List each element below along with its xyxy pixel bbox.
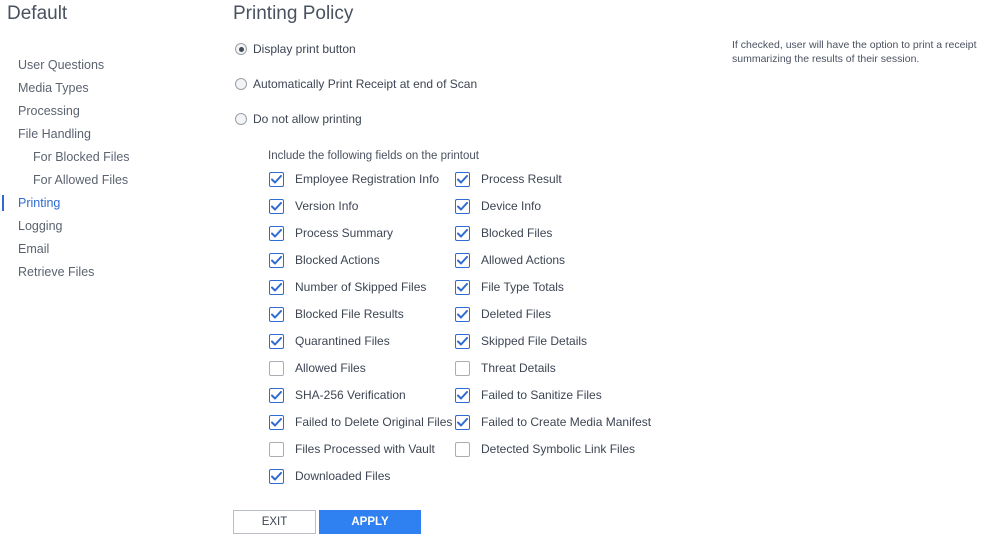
radio-label: Automatically Print Receipt at end of Sc…: [253, 77, 478, 91]
print-option-radio[interactable]: Automatically Print Receipt at end of Sc…: [235, 76, 477, 92]
sidebar-item-user-questions[interactable]: User Questions: [0, 54, 200, 77]
printout-field-checkbox[interactable]: Version Info: [269, 198, 358, 214]
checkbox-label: Failed to Delete Original Files: [295, 415, 453, 429]
checkbox-label: Blocked File Results: [295, 307, 404, 321]
print-option-radio[interactable]: Display print button: [235, 41, 356, 57]
printout-field-checkbox[interactable]: Failed to Delete Original Files: [269, 414, 452, 430]
radio-label: Do not allow printing: [253, 112, 362, 126]
radio-button[interactable]: [235, 43, 247, 55]
printout-field-checkbox[interactable]: Process Summary: [269, 225, 393, 241]
checkbox-unchecked-icon[interactable]: [269, 360, 284, 376]
app-title: Default: [7, 3, 68, 24]
checkbox-label: Threat Details: [481, 361, 556, 375]
printout-field-checkbox[interactable]: Process Result: [455, 171, 562, 187]
printout-field-checkbox[interactable]: Allowed Files: [269, 360, 366, 376]
checkbox-unchecked-icon[interactable]: [269, 441, 284, 457]
checkbox-label: Device Info: [481, 199, 542, 213]
checkbox-unchecked-icon[interactable]: [455, 360, 470, 376]
checkbox-checked-icon[interactable]: [455, 279, 470, 295]
sidebar-item-media-types[interactable]: Media Types: [0, 77, 200, 100]
printout-field-checkbox[interactable]: Number of Skipped Files: [269, 279, 426, 295]
checkbox-checked-icon[interactable]: [455, 333, 470, 349]
printout-field-checkbox[interactable]: Blocked Files: [455, 225, 552, 241]
printout-field-checkbox[interactable]: SHA-256 Verification: [269, 387, 406, 403]
printout-field-checkbox[interactable]: Employee Registration Info: [269, 171, 439, 187]
checkbox-label: Number of Skipped Files: [295, 280, 427, 294]
checkbox-checked-icon[interactable]: [455, 252, 470, 268]
checkbox-label: SHA-256 Verification: [295, 388, 406, 402]
checkbox-label: Blocked Actions: [295, 253, 380, 267]
page-title: Printing Policy: [233, 3, 354, 24]
checkbox-checked-icon[interactable]: [455, 387, 470, 403]
printout-field-checkbox[interactable]: Threat Details: [455, 360, 556, 376]
help-text: If checked, user will have the option to…: [732, 39, 977, 65]
checkbox-label: Allowed Actions: [481, 253, 566, 267]
radio-button[interactable]: [235, 78, 247, 90]
printout-field-checkbox[interactable]: File Type Totals: [455, 279, 564, 295]
printout-field-checkbox[interactable]: Blocked Actions: [269, 252, 380, 268]
printout-field-checkbox[interactable]: Downloaded Files: [269, 468, 390, 484]
printout-field-checkbox[interactable]: Allowed Actions: [455, 252, 565, 268]
checkbox-label: Skipped File Details: [481, 334, 588, 348]
printout-field-checkbox[interactable]: Detected Symbolic Link Files: [455, 441, 635, 457]
checkbox-checked-icon[interactable]: [455, 171, 470, 187]
checkbox-label: Version Info: [295, 199, 359, 213]
printout-field-checkbox[interactable]: Failed to Create Media Manifest: [455, 414, 651, 430]
checkbox-label: Failed to Create Media Manifest: [481, 415, 652, 429]
checkbox-label: Blocked Files: [481, 226, 553, 240]
fields-label: Include the following fields on the prin…: [268, 150, 479, 162]
checkbox-label: Allowed Files: [295, 361, 366, 375]
checkbox-checked-icon[interactable]: [269, 279, 284, 295]
checkbox-checked-icon[interactable]: [269, 252, 284, 268]
checkbox-label: Files Processed with Vault: [295, 442, 435, 456]
checkbox-label: Employee Registration Info: [295, 172, 440, 186]
checkbox-checked-icon[interactable]: [455, 306, 470, 322]
printout-field-checkbox[interactable]: Device Info: [455, 198, 541, 214]
checkbox-checked-icon[interactable]: [455, 225, 470, 241]
sidebar-item-for-allowed-files[interactable]: For Allowed Files: [0, 169, 200, 192]
checkbox-label: Detected Symbolic Link Files: [481, 442, 636, 456]
radio-label: Display print button: [253, 42, 356, 56]
checkbox-label: Failed to Sanitize Files: [481, 388, 602, 402]
printout-field-checkbox[interactable]: Failed to Sanitize Files: [455, 387, 602, 403]
checkbox-checked-icon[interactable]: [269, 171, 284, 187]
printout-field-checkbox[interactable]: Quarantined Files: [269, 333, 390, 349]
checkbox-checked-icon[interactable]: [269, 333, 284, 349]
checkbox-checked-icon[interactable]: [455, 198, 470, 214]
sidebar-nav: User Questions Media Types Processing File …: [0, 54, 200, 284]
checkbox-label: Downloaded Files: [295, 469, 391, 483]
sidebar-item-for-blocked-files[interactable]: For Blocked Files: [0, 146, 200, 169]
apply-button[interactable]: APPLY: [319, 510, 421, 534]
checkbox-checked-icon[interactable]: [269, 198, 284, 214]
checkbox-checked-icon[interactable]: [269, 468, 284, 484]
sidebar-item-logging[interactable]: Logging: [0, 215, 200, 238]
sidebar-item-email[interactable]: Email: [0, 238, 200, 261]
checkbox-label: File Type Totals: [481, 280, 564, 294]
printout-field-checkbox[interactable]: Skipped File Details: [455, 333, 587, 349]
radio-button[interactable]: [235, 113, 247, 125]
checkbox-checked-icon[interactable]: [269, 306, 284, 322]
sidebar-item-retrieve-files[interactable]: Retrieve Files: [0, 261, 200, 284]
sidebar-item-printing[interactable]: Printing: [0, 192, 200, 215]
print-option-radio[interactable]: Do not allow printing: [235, 111, 362, 127]
checkbox-label: Process Result: [481, 172, 562, 186]
exit-button[interactable]: EXIT: [233, 510, 316, 534]
checkbox-label: Deleted Files: [481, 307, 552, 321]
checkbox-checked-icon[interactable]: [269, 225, 284, 241]
checkbox-checked-icon[interactable]: [269, 387, 284, 403]
checkbox-label: Quarantined Files: [295, 334, 390, 348]
checkbox-checked-icon[interactable]: [455, 414, 470, 430]
checkbox-label: Process Summary: [295, 226, 394, 240]
printout-field-checkbox[interactable]: Blocked File Results: [269, 306, 404, 322]
printout-field-checkbox[interactable]: Files Processed with Vault: [269, 441, 435, 457]
printout-field-checkbox[interactable]: Deleted Files: [455, 306, 551, 322]
checkbox-unchecked-icon[interactable]: [455, 441, 470, 457]
sidebar-item-processing[interactable]: Processing: [0, 100, 200, 123]
checkbox-checked-icon[interactable]: [269, 414, 284, 430]
sidebar-item-file-handling[interactable]: File Handling: [0, 123, 200, 146]
